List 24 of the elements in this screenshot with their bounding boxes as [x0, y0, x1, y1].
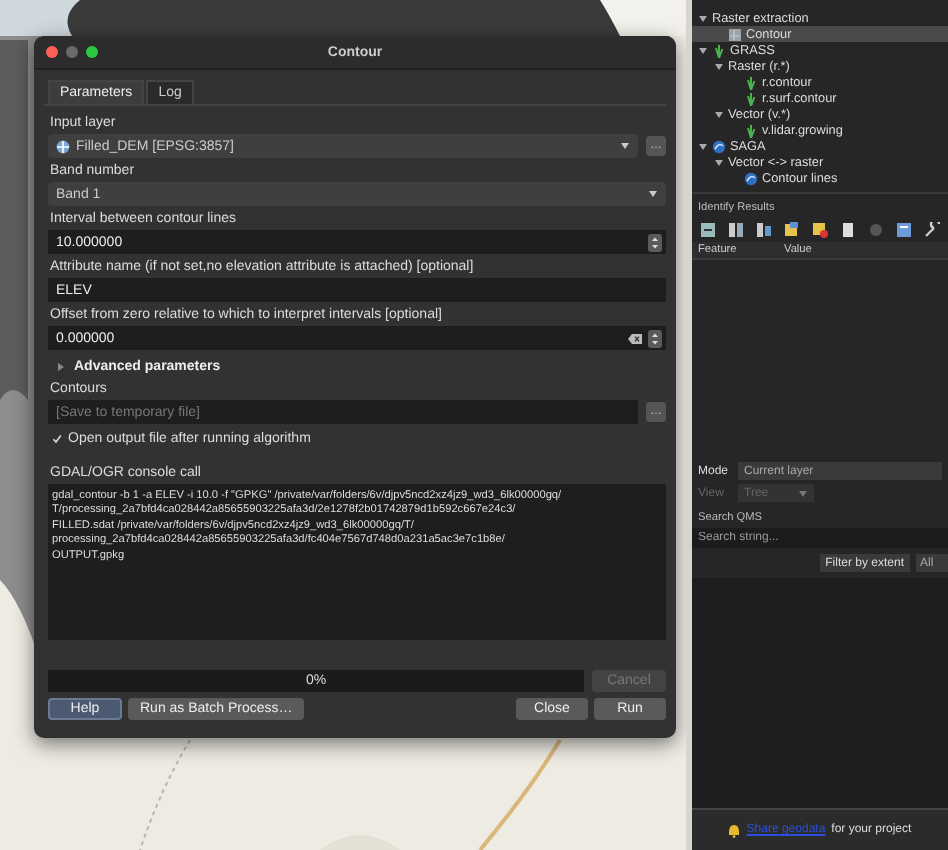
- dropdown-arrow-icon: [620, 142, 630, 150]
- saga-icon: [712, 139, 726, 153]
- tree-view-icon: [756, 222, 772, 238]
- raster-tool-icon: [728, 27, 742, 41]
- grass-icon: [744, 123, 758, 137]
- collapse-icon: [728, 222, 744, 238]
- saga-icon: [744, 171, 758, 185]
- layer-icon: [784, 222, 800, 238]
- settings-icon: [924, 222, 940, 238]
- highlight-icon: [812, 222, 828, 238]
- clear-icon: [628, 333, 642, 343]
- form-icon: [896, 222, 912, 238]
- expand-icon: [700, 222, 716, 238]
- grass-icon: [712, 43, 726, 57]
- zoom-button[interactable]: [86, 46, 98, 58]
- spin-arrows-icon: [648, 329, 662, 347]
- close-button[interactable]: [46, 46, 58, 58]
- dropdown-arrow-icon: [798, 489, 808, 497]
- minimize-button[interactable]: [66, 46, 78, 58]
- bell-icon: [728, 823, 741, 837]
- raster-layer-icon: [56, 139, 70, 153]
- checkbox[interactable]: [52, 434, 62, 444]
- dropdown-arrow-icon: [648, 190, 658, 198]
- spin-arrows-icon: [648, 233, 662, 251]
